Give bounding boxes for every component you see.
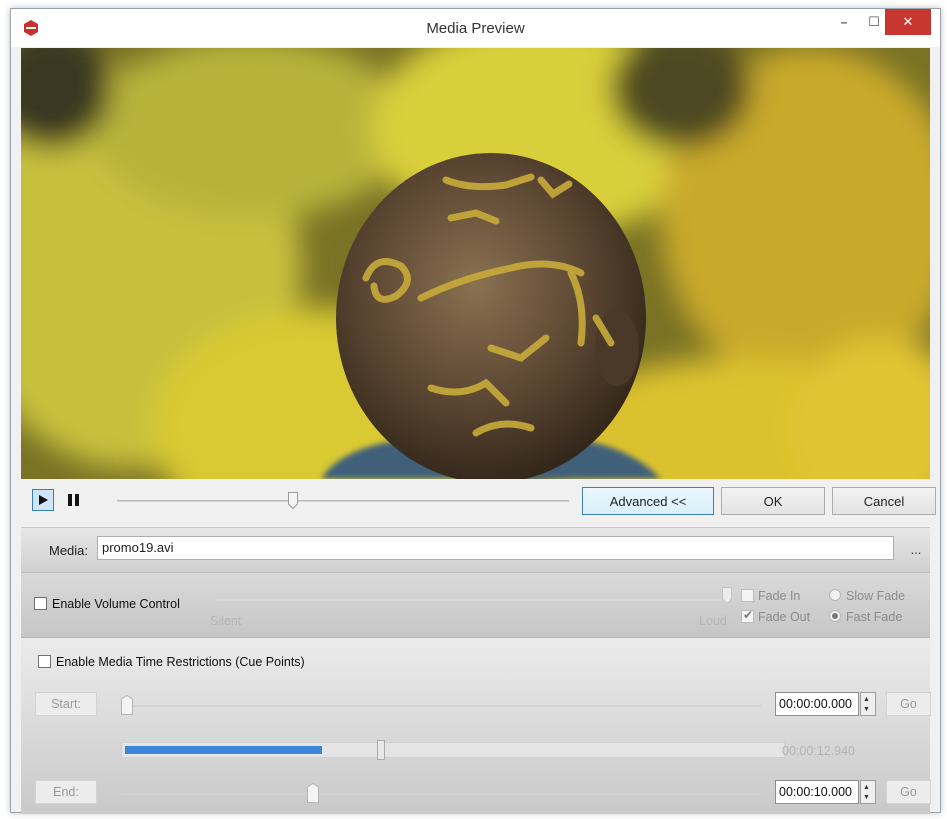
duration-label: 00:00:12.940 (782, 744, 855, 758)
spin-up-icon: ▲ (863, 784, 870, 791)
check-mark-icon: ✔ (743, 608, 754, 622)
volume-section: Enable Volume Control Silent Loud Fade I… (21, 572, 930, 637)
cue-points-section: Enable Media Time Restrictions (Cue Poin… (21, 637, 931, 814)
spin-down-icon: ▼ (863, 794, 870, 801)
minimize-icon: – (840, 15, 848, 29)
volume-slider-thumb[interactable] (722, 587, 732, 604)
enable-cue-points-label: Enable Media Time Restrictions (Cue Poin… (56, 655, 305, 669)
pause-button[interactable] (65, 492, 81, 508)
playback-controls: Advanced << OK Cancel (21, 479, 936, 525)
ok-button[interactable]: OK (721, 487, 825, 515)
slow-fade-radio[interactable] (829, 589, 841, 601)
close-icon: ✕ (902, 14, 914, 29)
start-slider-thumb[interactable] (121, 695, 133, 715)
title-bar: Media Preview – ☐ ✕ (11, 9, 940, 47)
fade-in-checkbox[interactable] (741, 589, 754, 602)
window-title: Media Preview (426, 20, 525, 37)
playhead-marker[interactable] (377, 740, 385, 760)
minimize-button[interactable]: – (829, 9, 859, 35)
enable-cue-points-checkbox[interactable] (38, 655, 51, 668)
fast-fade-radio[interactable] (829, 610, 841, 622)
end-button[interactable]: End: (35, 780, 97, 804)
volume-slider-track[interactable] (217, 599, 721, 601)
browse-button[interactable]: ... (906, 542, 926, 558)
start-go-button[interactable]: Go (886, 692, 931, 716)
slow-fade-label: Slow Fade (846, 589, 906, 603)
end-go-button[interactable]: Go (886, 780, 931, 804)
advanced-button[interactable]: Advanced << (582, 487, 714, 515)
cue-range-bar (121, 742, 785, 758)
enable-volume-label: Enable Volume Control (52, 597, 180, 611)
cue-range-fill (125, 746, 323, 754)
volume-silent-label: Silent (210, 614, 242, 628)
fade-in-label: Fade In (758, 589, 801, 603)
seek-slider-thumb[interactable] (288, 492, 299, 509)
cancel-button[interactable]: Cancel (832, 487, 936, 515)
start-slider-track[interactable] (121, 705, 761, 707)
video-frame-image (21, 48, 930, 479)
media-row: Media: promo19.avi ... (21, 527, 930, 572)
play-icon (39, 495, 48, 505)
end-slider-thumb[interactable] (307, 783, 319, 803)
enable-volume-checkbox[interactable] (34, 597, 47, 610)
end-time-spinner[interactable]: ▲ ▼ (860, 780, 876, 804)
spin-up-icon: ▲ (863, 696, 870, 703)
radio-selected-dot (832, 613, 838, 619)
fast-fade-label: Fast Fade (846, 610, 903, 624)
fade-out-label: Fade Out (758, 610, 811, 624)
seek-slider-track[interactable] (117, 500, 569, 502)
spin-down-icon: ▼ (863, 706, 870, 713)
pause-icon (68, 494, 79, 506)
start-button[interactable]: Start: (35, 692, 97, 716)
maximize-icon: ☐ (868, 14, 880, 29)
start-time-spinner[interactable]: ▲ ▼ (860, 692, 876, 716)
volume-loud-label: Loud (699, 614, 727, 628)
end-time-input[interactable]: 00:00:10.000 (775, 780, 859, 804)
fade-out-checkbox[interactable]: ✔ (741, 608, 754, 623)
media-label: Media: (49, 543, 89, 558)
video-preview (21, 48, 930, 479)
start-time-input[interactable]: 00:00:00.000 (775, 692, 859, 716)
media-preview-window: Media Preview – ☐ ✕ Advanced << OK Cance… (10, 8, 941, 814)
end-slider-track[interactable] (121, 793, 761, 795)
media-path-input[interactable]: promo19.avi (97, 536, 894, 560)
close-button[interactable]: ✕ (885, 9, 931, 35)
play-button[interactable] (32, 489, 54, 511)
